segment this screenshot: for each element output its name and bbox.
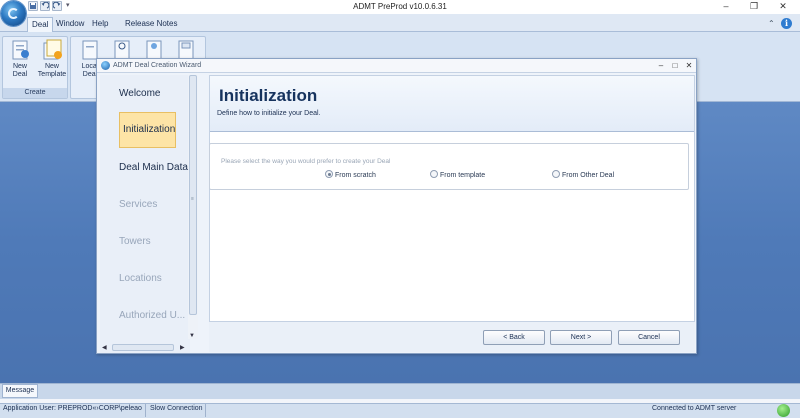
step-welcome[interactable]: Welcome — [119, 88, 161, 99]
cancel-button[interactable]: Cancel — [618, 330, 680, 345]
step-authorized-users: Authorized U... — [119, 310, 186, 321]
deal-creation-wizard: ADMT Deal Creation Wizard – □ ✕ Welcome … — [96, 58, 697, 354]
close-icon[interactable]: ✕ — [772, 1, 794, 12]
ribbon-tab-bar: Deal Window Help Release Notes — [0, 14, 800, 32]
step-locations: Locations — [119, 273, 162, 284]
scroll-grip-icon: ≡ — [191, 196, 194, 202]
help-icon[interactable]: i — [781, 18, 792, 29]
wizard-maximize-icon[interactable]: □ — [670, 61, 680, 71]
wizard-minimize-icon[interactable]: – — [656, 61, 666, 71]
scroll-down-arrow-icon[interactable]: ▼ — [189, 333, 195, 339]
wizard-content-panel: Initialization Define how to initialize … — [209, 75, 695, 322]
step-services: Services — [119, 199, 158, 210]
ribbon-group-create-label: Create — [3, 88, 67, 98]
message-dock — [0, 383, 800, 399]
step-towers: Towers — [119, 236, 151, 247]
message-tab[interactable]: Message — [2, 384, 38, 398]
status-user: Application User: PREPROD«›CORP\peleao — [3, 405, 142, 412]
scroll-right-arrow-icon[interactable]: ▶ — [180, 344, 185, 351]
back-button[interactable]: < Back — [483, 330, 545, 345]
radio-from-other-deal[interactable]: From Other Deal — [552, 170, 615, 181]
radio-from-template[interactable]: From template — [430, 170, 486, 181]
app-menu-orb[interactable] — [1, 1, 26, 26]
step-deal-main-data[interactable]: Deal Main Data — [119, 162, 188, 173]
radio-checked-icon — [325, 170, 333, 179]
minimize-icon[interactable]: – — [715, 1, 737, 12]
radio-from-template-label: From template — [440, 172, 486, 179]
new-deal-label: New Deal — [12, 63, 28, 78]
radio-from-scratch[interactable]: From scratch — [325, 170, 376, 181]
maximize-icon[interactable]: ❐ — [743, 1, 765, 12]
wizard-title: ADMT Deal Creation Wizard — [113, 62, 202, 69]
next-button[interactable]: Next > — [550, 330, 612, 345]
tab-window[interactable]: Window — [52, 17, 88, 32]
ribbon-group-create: New Deal New Template Create — [2, 36, 68, 99]
status-separator — [205, 404, 206, 417]
tab-help[interactable]: Help — [88, 17, 112, 32]
steps-vertical-scroll-thumb[interactable] — [189, 75, 197, 315]
wizard-app-icon — [101, 61, 110, 70]
new-deal-button[interactable]: New Deal — [5, 39, 35, 79]
status-connection-speed: Slow Connection — [150, 405, 203, 412]
steps-vertical-scrollbar[interactable]: ≡ — [188, 75, 198, 339]
wizard-titlebar: ADMT Deal Creation Wizard – □ ✕ — [97, 59, 696, 73]
tab-deal[interactable]: Deal — [27, 17, 54, 32]
new-deal-icon — [9, 39, 31, 61]
radio-from-scratch-label: From scratch — [335, 172, 376, 179]
radio-from-other-deal-label: From Other Deal — [562, 172, 615, 179]
new-template-icon — [41, 39, 63, 61]
steps-horizontal-scrollbar[interactable]: ◀ ▶ — [100, 343, 190, 352]
status-separator — [145, 404, 146, 417]
creation-mode-group: Please select the way you would prefer t… — [209, 143, 689, 190]
new-template-button[interactable]: New Template — [37, 39, 67, 79]
page-title: Initialization — [219, 86, 318, 105]
connection-status-icon — [777, 404, 790, 417]
steps-horizontal-scroll-thumb[interactable] — [112, 344, 174, 351]
radio-unchecked-icon — [430, 170, 438, 179]
app-titlebar: ▾ ADMT PreProd v10.0.6.31 – ❐ ✕ — [0, 0, 800, 14]
radio-unchecked-icon — [552, 170, 560, 179]
tab-release-notes[interactable]: Release Notes — [121, 17, 181, 32]
step-initialization[interactable]: Initialization — [119, 112, 176, 148]
page-subtitle: Define how to initialize your Deal. — [217, 110, 321, 117]
wizard-steps-panel: Welcome Initialization Deal Main Data Se… — [100, 75, 190, 353]
wizard-close-icon[interactable]: ✕ — [684, 61, 694, 71]
ribbon-collapse-icon[interactable]: ⌃ — [768, 19, 775, 28]
status-server: Connected to ADMT server — [652, 405, 737, 412]
creation-mode-prompt: Please select the way you would prefer t… — [221, 158, 391, 165]
window-title: ADMT PreProd v10.0.6.31 — [353, 2, 447, 11]
new-template-label: New Template — [37, 63, 67, 78]
page-header: Initialization Define how to initialize … — [210, 76, 694, 132]
scroll-left-arrow-icon[interactable]: ◀ — [102, 344, 107, 351]
